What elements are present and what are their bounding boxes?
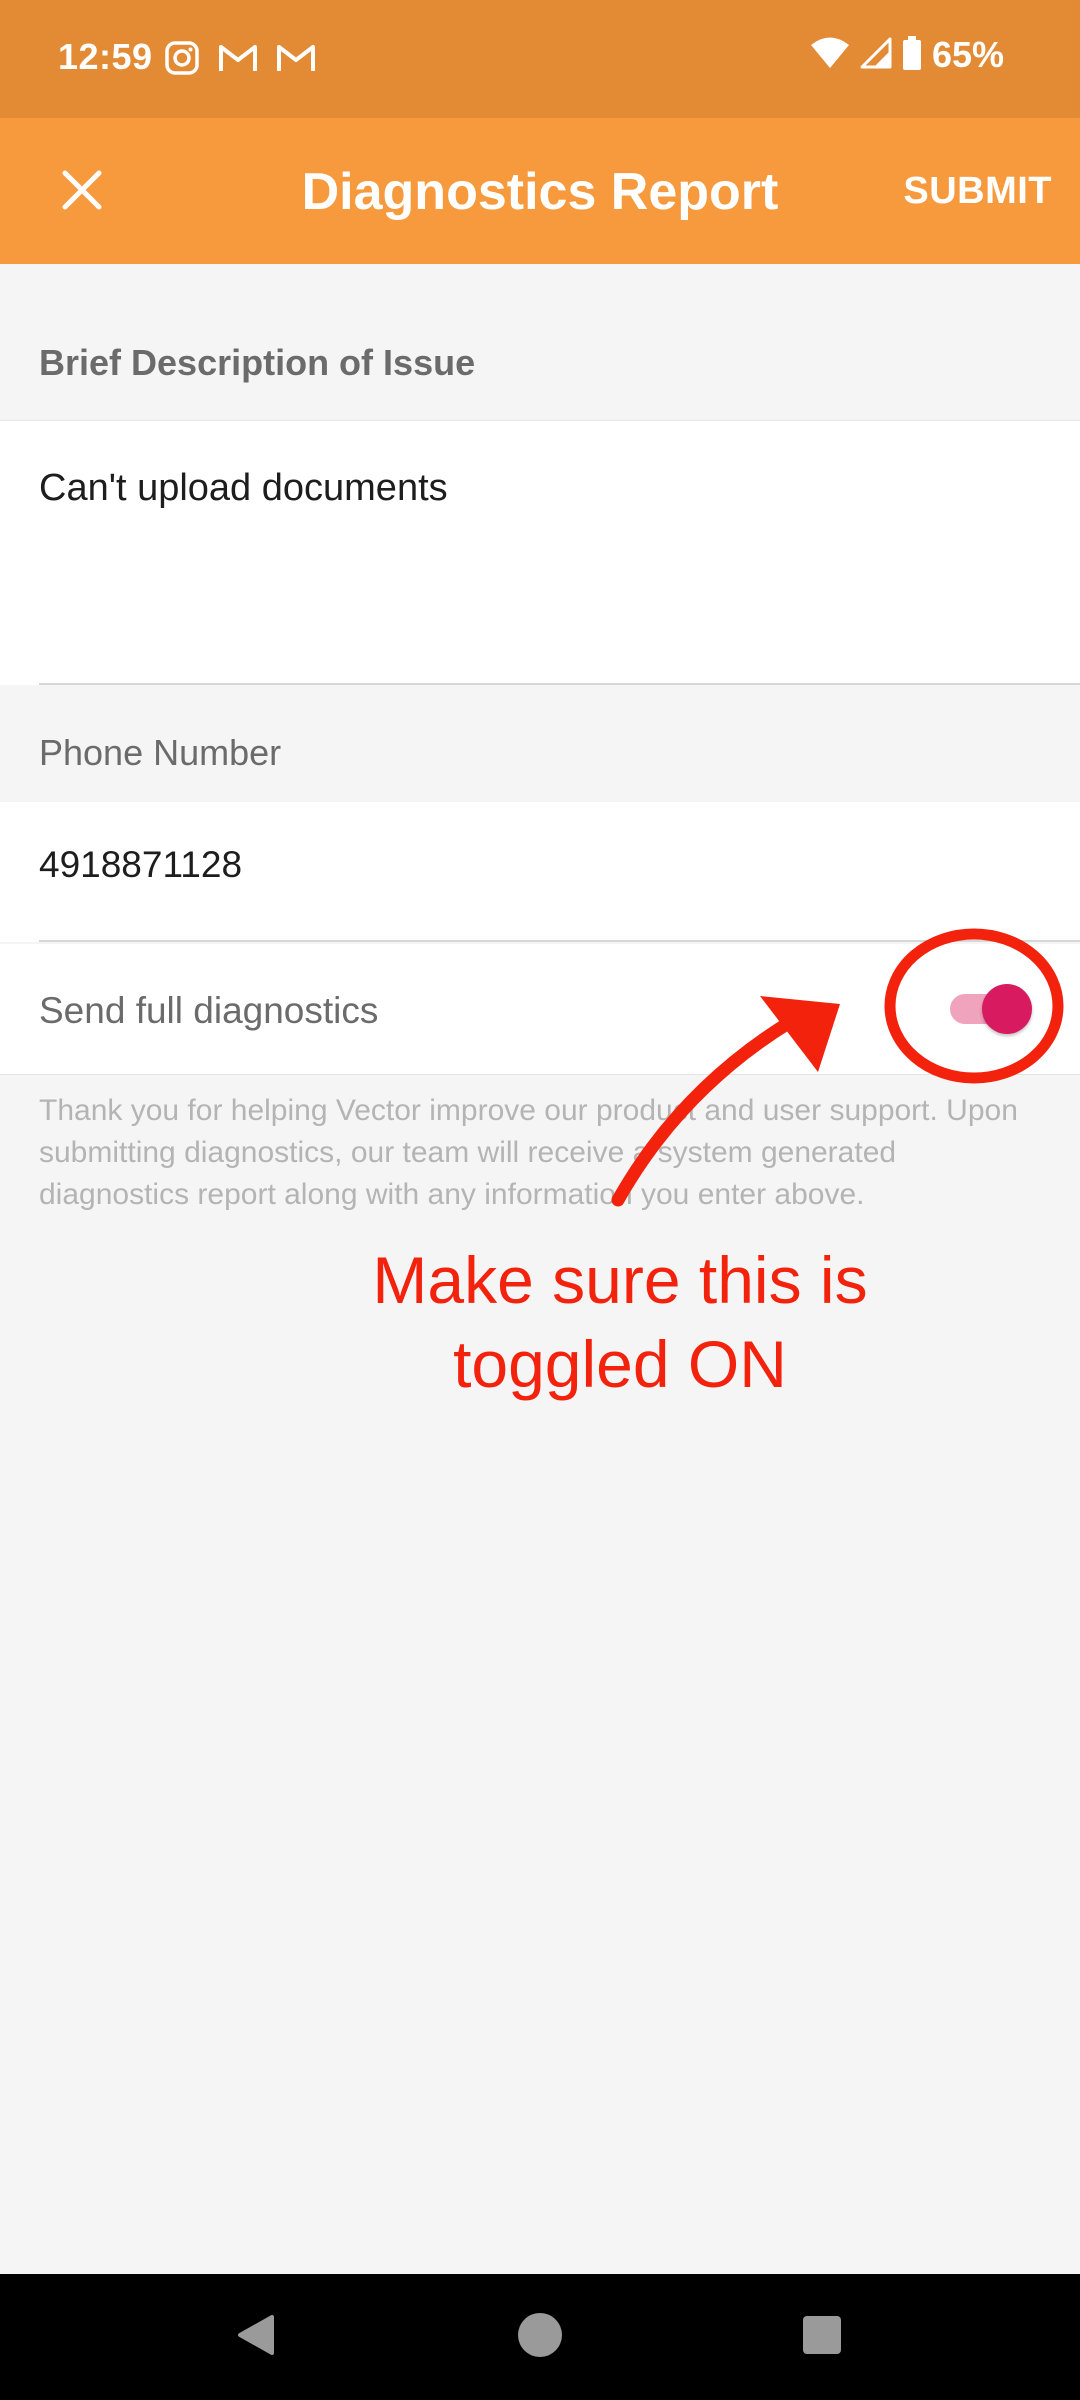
diagnostics-toggle-switch[interactable] [946,984,1032,1034]
recents-button[interactable] [762,2274,882,2400]
diagnostics-toggle-label: Send full diagnostics [39,990,379,1031]
status-time: 12:59 [58,36,153,77]
signal-icon [860,37,892,74]
toggle-thumb[interactable] [982,984,1032,1034]
diagnostics-toggle-row[interactable]: Send full diagnostics [0,944,1080,1075]
wifi-icon [810,36,850,75]
instagram-icon [164,40,200,81]
description-label: Brief Description of Issue [39,342,476,383]
description-field[interactable]: Can't upload documents [0,420,1080,685]
divider [39,683,1080,685]
annotation-text: Make sure this is toggled ON [300,1238,940,1406]
gmail-icon [218,42,258,79]
back-icon [234,2313,278,2362]
navigation-bar [0,2274,1080,2400]
system-icons: 65% [810,34,1004,76]
divider [39,940,1080,942]
status-bar: 12:59 65% [0,0,1080,118]
phone-field[interactable]: 4918871128 [0,802,1080,942]
phone-value[interactable]: 4918871128 [39,844,242,886]
annotation-line-1: Make sure this is [372,1243,868,1317]
description-value[interactable]: Can't upload documents [39,467,448,510]
recents-icon [801,2314,843,2361]
battery-icon [902,35,922,76]
notification-icons [164,40,316,81]
gmail-icon [276,42,316,79]
home-icon [515,2310,565,2365]
help-text: Thank you for helping Vector improve our… [39,1094,1018,1211]
home-button[interactable] [480,2274,600,2400]
annotation-line-2: toggled ON [453,1327,787,1401]
submit-button[interactable]: SUBMIT [903,170,1052,213]
app-bar: Diagnostics Report SUBMIT [0,118,1080,264]
back-button[interactable] [196,2274,316,2400]
battery-percent: 65% [931,34,1004,75]
phone-label: Phone Number [39,732,282,773]
